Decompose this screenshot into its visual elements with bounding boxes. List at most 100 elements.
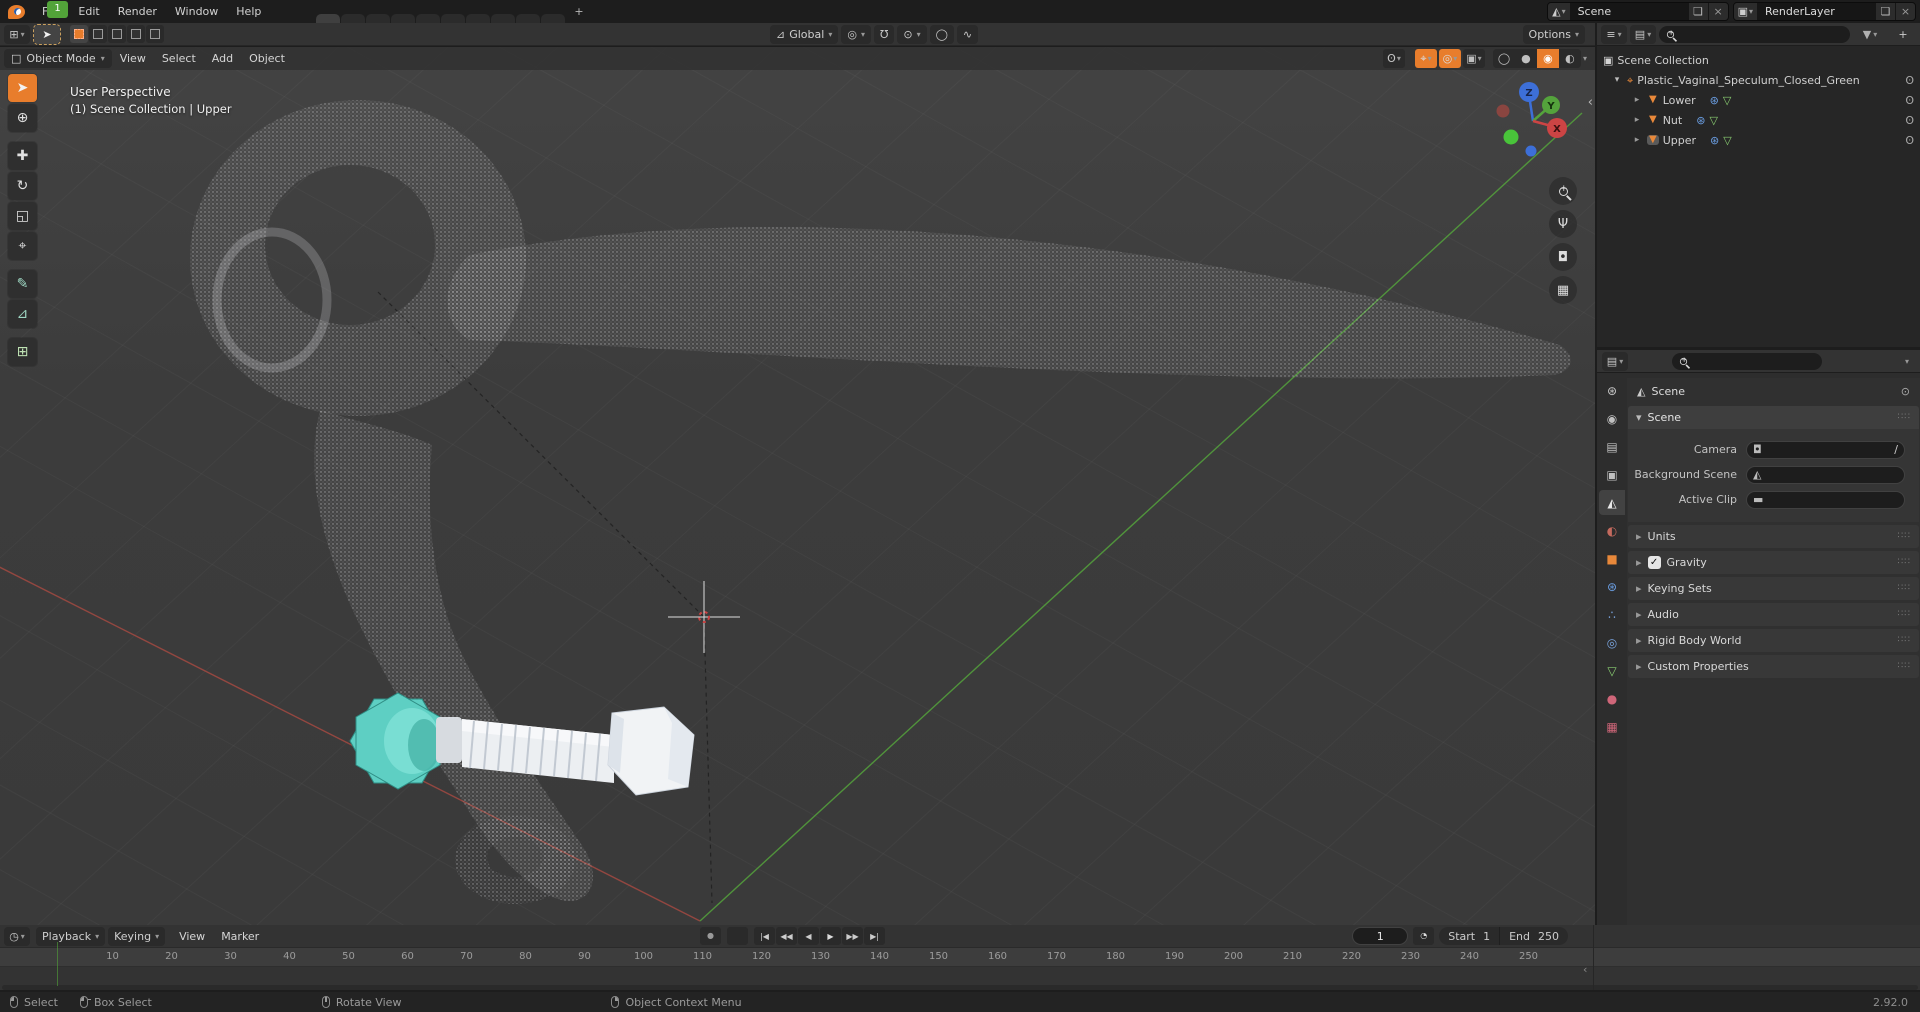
drag-dots-icon[interactable]: ∷∷	[1898, 558, 1911, 567]
properties-tab[interactable]: ●	[1599, 686, 1625, 711]
shading-mode-button[interactable]: ◯	[1492, 49, 1515, 68]
collapsed-panel[interactable]: ▸ ✓ Custom Properties ∷∷	[1628, 655, 1919, 678]
scene-panel-header[interactable]: ▾ Scene ∷∷	[1628, 406, 1919, 429]
timeline-menu-item[interactable]: View	[171, 926, 213, 947]
current-frame-field[interactable]: 1	[1352, 927, 1409, 945]
app-menu-item[interactable]: Edit	[69, 1, 108, 22]
playback-button[interactable]: ▶	[820, 927, 841, 945]
tool-button[interactable]: ⊕	[8, 104, 37, 132]
eye-icon[interactable]: ʘ	[1905, 135, 1914, 146]
properties-tab[interactable]: ◐	[1599, 518, 1625, 543]
properties-tab[interactable]: ▣	[1599, 462, 1625, 487]
timeline-track-area[interactable]	[0, 967, 1920, 985]
drag-dots-icon[interactable]: ∷∷	[1898, 662, 1911, 671]
field-input[interactable]: ◘ ∕	[1746, 440, 1905, 459]
zoom-view-button[interactable]	[1549, 177, 1577, 205]
tool-button[interactable]: ✎	[8, 270, 37, 298]
timeline-ruler[interactable]: 10 20 30 40 50 60 70 80 90 100 110 120 130 140 150 160 1…	[0, 948, 1920, 967]
drag-dots-icon[interactable]: ∷∷	[1898, 636, 1911, 645]
tool-button[interactable]: ⌖	[8, 232, 37, 260]
scroll-arrow-icon[interactable]: ‹	[1583, 963, 1587, 976]
collapse-icon[interactable]: ▾	[1611, 75, 1623, 85]
3d-viewport[interactable]: □ Object Mode ▾ View Select Add Object ʘ ▾ ⌖…	[0, 47, 1595, 925]
editor-type-button[interactable]: ⊞ ▾	[4, 24, 30, 44]
collapsed-panel[interactable]: ▸ ✓ Audio ∷∷	[1628, 603, 1919, 626]
app-menu-item[interactable]: Window	[166, 1, 227, 22]
navigation-gizmo[interactable]: Z Y X	[1489, 79, 1573, 163]
collapsed-panel[interactable]: ▸ ✓ Keying Sets ∷∷	[1628, 577, 1919, 600]
viewport-menu-item[interactable]: View	[112, 48, 154, 69]
pan-view-button[interactable]: Ψ	[1549, 210, 1577, 238]
transform-orientation-dropdown[interactable]: ⊿ Global ▾	[770, 25, 839, 44]
properties-tab[interactable]: ◎	[1599, 630, 1625, 655]
eye-icon[interactable]: ʘ	[1905, 115, 1914, 126]
app-menu-item[interactable]: Help	[227, 1, 270, 22]
workspace-tab[interactable]	[391, 14, 416, 23]
workspace-tab[interactable]	[341, 14, 366, 23]
timeline-dropdown-menu[interactable]: Playback ▾	[36, 926, 106, 946]
autokey-options-button[interactable]	[727, 927, 748, 945]
properties-tab[interactable]: ■	[1599, 546, 1625, 571]
outliner-row-object[interactable]: ▾ ⌖ Plastic_Vaginal_Speculum_Closed_Gree…	[1597, 70, 1920, 90]
properties-tab[interactable]: ∴	[1599, 602, 1625, 627]
select-mode-button[interactable]	[146, 25, 164, 43]
drag-dots-icon[interactable]: ∷∷	[1898, 413, 1911, 422]
workspace-tab[interactable]	[366, 14, 391, 23]
eye-icon[interactable]: ʘ	[1905, 75, 1914, 86]
outliner-row-mesh[interactable]: ▸ ▼ Upper ⊛ ▽ ʘ	[1597, 130, 1920, 150]
viewport-toggle-button[interactable]: ⌖ ▾	[1414, 49, 1437, 68]
proportional-falloff-dropdown[interactable]: ∿	[956, 25, 979, 44]
outliner-editor-type-button[interactable]: ≡ ▾	[1601, 24, 1627, 44]
active-tool-button[interactable]: ➤	[33, 23, 61, 45]
timeline-menu-item[interactable]: Marker	[213, 926, 267, 947]
workspace-tab[interactable]	[516, 14, 541, 23]
perspective-toggle-button[interactable]: ▦	[1549, 276, 1577, 304]
gizmo-z-neg[interactable]	[1525, 145, 1537, 157]
select-mode-button[interactable]	[108, 25, 126, 43]
playback-button[interactable]: |◀	[754, 927, 775, 945]
shading-mode-button[interactable]: ◉	[1536, 49, 1559, 68]
expand-icon[interactable]: ▸	[1631, 135, 1643, 145]
viewport-menu-item[interactable]: Select	[154, 48, 204, 69]
field-input[interactable]: ◭	[1746, 465, 1905, 484]
gizmo-y-neg[interactable]	[1503, 129, 1519, 145]
timeline-scrollbar[interactable]	[2, 985, 1918, 990]
pivot-point-dropdown[interactable]: ◎ ▾	[841, 25, 871, 44]
properties-tab[interactable]: ⊛	[1599, 574, 1625, 599]
collapsed-panel[interactable]: ▸ ✓ Gravity ∷∷	[1628, 551, 1919, 574]
collapsed-panel[interactable]: ▸ ✓ Rigid Body World ∷∷	[1628, 629, 1919, 652]
select-mode-button[interactable]	[127, 25, 145, 43]
expand-icon[interactable]: ▸	[1631, 115, 1643, 125]
playback-button[interactable]: ▶|	[864, 927, 885, 945]
new-collection-button[interactable]: +	[1890, 25, 1916, 44]
sidebar-toggle-button[interactable]: ‹	[1588, 95, 1593, 110]
workspace-tab[interactable]	[491, 14, 516, 23]
app-menu-item[interactable]: Render	[109, 1, 166, 22]
mode-selector-dropdown[interactable]: □ Object Mode ▾	[4, 49, 112, 68]
chevron-down-icon[interactable]: ▾	[1583, 54, 1587, 63]
viewport-toggle-button[interactable]: ▣ ▾	[1462, 49, 1485, 68]
tool-button[interactable]: ➤	[8, 74, 37, 102]
properties-tab[interactable]: ▤	[1599, 434, 1625, 459]
tool-button[interactable]: ⊞	[8, 338, 37, 366]
snap-toggle[interactable]: ℧	[873, 25, 895, 44]
collapsed-panel[interactable]: ▸ ✓ Units ∷∷	[1628, 525, 1919, 548]
outliner-filter-button[interactable]: ▼ ▾	[1857, 25, 1883, 44]
properties-tab[interactable]: ◭	[1599, 490, 1625, 515]
properties-search-input[interactable]	[1693, 354, 1815, 368]
select-mode-button[interactable]	[89, 25, 107, 43]
properties-tab[interactable]: ▦	[1599, 714, 1625, 739]
expand-icon[interactable]: ▸	[1631, 95, 1643, 105]
playback-button[interactable]: ◀	[798, 927, 819, 945]
timeline-editor-type-button[interactable]: ◷ ▾	[4, 926, 30, 946]
blender-logo-icon[interactable]	[8, 4, 25, 19]
workspace-tab[interactable]	[316, 14, 341, 23]
workspace-tab[interactable]	[466, 14, 491, 23]
playback-button[interactable]: ▶▶	[842, 927, 863, 945]
visibility-dropdown[interactable]: ʘ ▾	[1382, 49, 1405, 68]
workspace-tab[interactable]	[441, 14, 466, 23]
outliner-display-mode-button[interactable]: ▤ ▾	[1630, 24, 1656, 44]
drag-dots-icon[interactable]: ∷∷	[1898, 584, 1911, 593]
record-button[interactable]: ●	[700, 927, 721, 945]
tool-button[interactable]: ↻	[8, 172, 37, 200]
